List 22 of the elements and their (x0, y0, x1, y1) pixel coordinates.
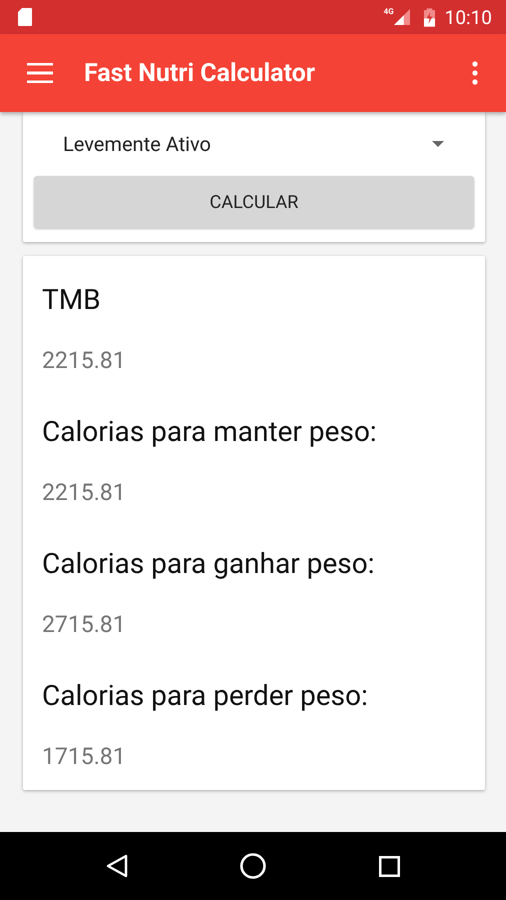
network-type-label: 4G (384, 7, 394, 16)
activity-dropdown[interactable]: Levemente Ativo (34, 112, 474, 176)
menu-icon[interactable] (27, 63, 53, 83)
battery-charging-icon (424, 8, 435, 26)
app-title: Fast Nutri Calculator (84, 58, 316, 88)
calculate-button[interactable]: CALCULAR (34, 176, 474, 228)
result-value: 1715.81 (42, 742, 127, 772)
signal-icon (394, 9, 410, 25)
clock: 10:10 (444, 6, 492, 28)
recent-apps-icon[interactable] (378, 856, 400, 876)
caret-icon (432, 141, 444, 147)
more-options-icon[interactable] (472, 61, 478, 85)
result-value: 2215.81 (42, 346, 127, 376)
sd-card-icon (18, 8, 32, 26)
result-label: Calorias para manter peso: (42, 414, 378, 450)
result-label: Calorias para ganhar peso: (42, 546, 376, 582)
result-value: 2215.81 (42, 478, 127, 508)
back-icon[interactable] (106, 854, 128, 878)
home-icon[interactable] (240, 853, 266, 879)
result-label: Calorias para perder peso: (42, 678, 369, 714)
result-value: 2715.81 (42, 610, 127, 640)
result-label: TMB (42, 282, 102, 318)
